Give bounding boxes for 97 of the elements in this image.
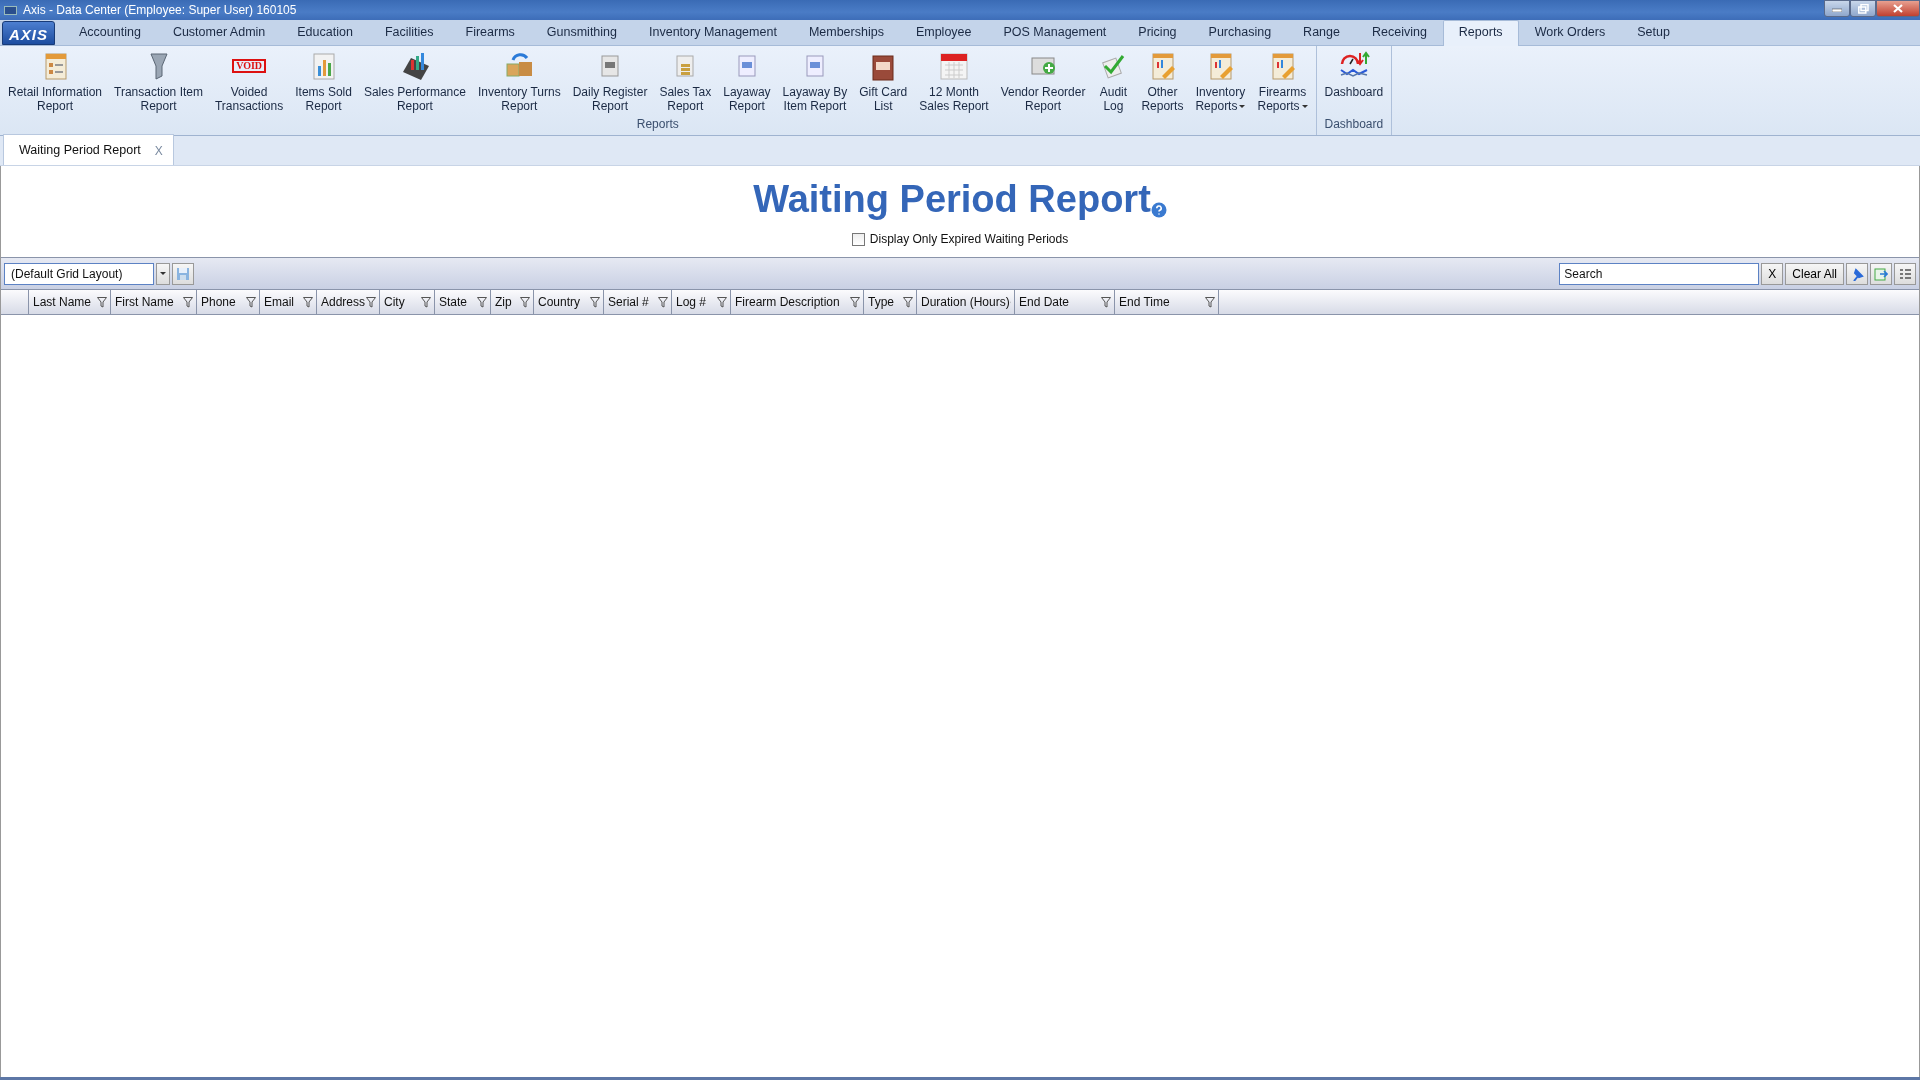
column-header[interactable]: Firearm Description — [731, 290, 864, 314]
column-header[interactable]: Duration (Hours) — [917, 290, 1015, 314]
column-header[interactable]: Type — [864, 290, 917, 314]
column-header[interactable]: Log # — [672, 290, 731, 314]
menu-tab[interactable]: Purchasing — [1192, 20, 1288, 45]
filter-icon[interactable] — [850, 296, 860, 308]
filter-icon[interactable] — [303, 296, 313, 308]
app-logo[interactable]: AXIS — [2, 21, 55, 45]
ribbon-button[interactable]: Vendor Reorder Report — [994, 48, 1092, 115]
filter-icon[interactable] — [590, 296, 600, 308]
clear-all-button[interactable]: Clear All — [1785, 262, 1844, 285]
filter-icon[interactable] — [421, 296, 431, 308]
menu-tab[interactable]: Accounting — [63, 20, 157, 45]
column-header[interactable]: Last Name — [29, 290, 111, 314]
column-header[interactable]: First Name — [111, 290, 197, 314]
close-icon — [1893, 4, 1903, 13]
minimize-icon — [1832, 5, 1842, 12]
filter-icon[interactable] — [477, 296, 487, 308]
minimize-button[interactable] — [1824, 0, 1850, 17]
save-button[interactable] — [172, 262, 194, 285]
menu-tab[interactable]: POS Management — [987, 20, 1123, 45]
export-icon — [1874, 266, 1888, 281]
filter-icon[interactable] — [1205, 296, 1215, 308]
menu-tab[interactable]: Employee — [899, 20, 988, 45]
filter-icon[interactable] — [717, 296, 727, 308]
menu-tab[interactable]: Education — [281, 20, 369, 45]
column-header[interactable]: Zip — [491, 290, 534, 314]
menu-tab[interactable]: Firearms — [449, 20, 531, 45]
expired-only-checkbox[interactable]: Display Only Expired Waiting Periods — [1, 230, 1919, 248]
ribbon-button[interactable]: Other Reports — [1135, 48, 1190, 115]
column-header[interactable]: Address — [317, 290, 380, 314]
filter-icon[interactable] — [1101, 296, 1111, 308]
tab-label: Waiting Period Report — [19, 142, 141, 160]
ribbon-button[interactable]: Audit Log — [1091, 48, 1136, 115]
menu-tab[interactable]: Receiving — [1355, 20, 1443, 45]
ribbon-button[interactable]: Firearms Reports — [1251, 48, 1314, 115]
ribbon-button[interactable]: 12 Month Sales Report — [913, 48, 995, 115]
calendar-icon — [938, 50, 970, 82]
menu-tab[interactable]: Work Orders — [1518, 20, 1622, 45]
column-header[interactable]: Country — [534, 290, 604, 314]
tab-close-button[interactable]: X — [154, 141, 163, 160]
menu-tab[interactable]: Gunsmithing — [530, 20, 633, 45]
menu-tab[interactable]: Range — [1287, 20, 1356, 45]
filter-icon[interactable] — [97, 296, 107, 308]
column-header[interactable]: Serial # — [604, 290, 672, 314]
layout-dropdown[interactable]: (Default Grid Layout) — [4, 262, 154, 285]
menu-tab[interactable]: Setup — [1621, 20, 1686, 45]
ribbon-button[interactable]: VOID Voided Transactions — [208, 48, 290, 115]
filter-icon[interactable] — [903, 296, 913, 308]
menu-tab[interactable]: Memberships — [792, 20, 900, 45]
ribbon-button[interactable]: Dashboard — [1318, 48, 1390, 115]
ribbon-button[interactable]: Transaction Item Report — [108, 48, 209, 115]
maximize-button[interactable] — [1850, 0, 1876, 17]
filter-icon[interactable] — [366, 296, 376, 308]
window-title: Axis - Data Center (Employee: Super User) 160105 — [23, 2, 297, 19]
column-header[interactable]: End Time — [1115, 290, 1219, 314]
ribbon-button[interactable]: Inventory Reports — [1189, 48, 1252, 115]
ribbon-button[interactable]: Inventory Turns Report — [471, 48, 567, 115]
filter-icon[interactable] — [658, 296, 668, 308]
report-title: Waiting Period Report — [753, 180, 1151, 218]
menu-tab[interactable]: Pricing — [1122, 20, 1193, 45]
help-icon[interactable] — [1150, 202, 1167, 218]
restore-icon — [1857, 3, 1869, 14]
app-icon — [4, 5, 17, 15]
menu-tab[interactable]: Inventory Management — [633, 20, 793, 45]
ribbon-button[interactable]: Sales Performance Report — [357, 48, 472, 115]
filter-icon[interactable] — [520, 296, 530, 308]
pin-button[interactable] — [1846, 262, 1868, 285]
menu-tab[interactable]: Facilities — [368, 20, 450, 45]
document-tab[interactable]: Waiting Period Report X — [3, 134, 174, 165]
filter-icon[interactable] — [246, 296, 256, 308]
column-header[interactable]: End Date — [1015, 290, 1115, 314]
void-stamp-icon: VOID — [232, 59, 267, 73]
column-header[interactable]: Phone — [197, 290, 260, 314]
ribbon-button[interactable]: Layaway By Item Report — [776, 48, 854, 115]
menu-tab[interactable]: Customer Admin — [156, 20, 282, 45]
column-header[interactable]: Email — [260, 290, 317, 314]
search-field[interactable]: Search — [1559, 262, 1760, 285]
export-button[interactable] — [1870, 262, 1892, 285]
list-icon — [1898, 266, 1912, 281]
ribbon-button[interactable]: Retail Information Report — [2, 48, 109, 115]
clear-search-button[interactable]: X — [1761, 262, 1784, 285]
filter-icon[interactable] — [183, 296, 193, 308]
pin-icon — [1850, 266, 1864, 281]
ribbon-button[interactable]: Items Sold Report — [289, 48, 358, 115]
columns-button[interactable] — [1894, 262, 1916, 285]
column-header[interactable]: City — [380, 290, 435, 314]
ribbon-group-label: Reports — [635, 116, 680, 133]
ribbon-button[interactable]: Gift Card List — [853, 48, 914, 115]
column-header[interactable]: State — [435, 290, 491, 314]
dropdown-button[interactable] — [156, 262, 170, 285]
ribbon-button[interactable]: Layaway Report — [717, 48, 777, 115]
ribbon-button[interactable]: Sales Tax Report — [653, 48, 718, 115]
ribbon-group-label: Dashboard — [1323, 116, 1385, 133]
ribbon-button[interactable]: Daily Register Report — [566, 48, 654, 115]
close-button[interactable] — [1876, 0, 1920, 17]
menu-tab[interactable]: Reports — [1442, 20, 1519, 46]
